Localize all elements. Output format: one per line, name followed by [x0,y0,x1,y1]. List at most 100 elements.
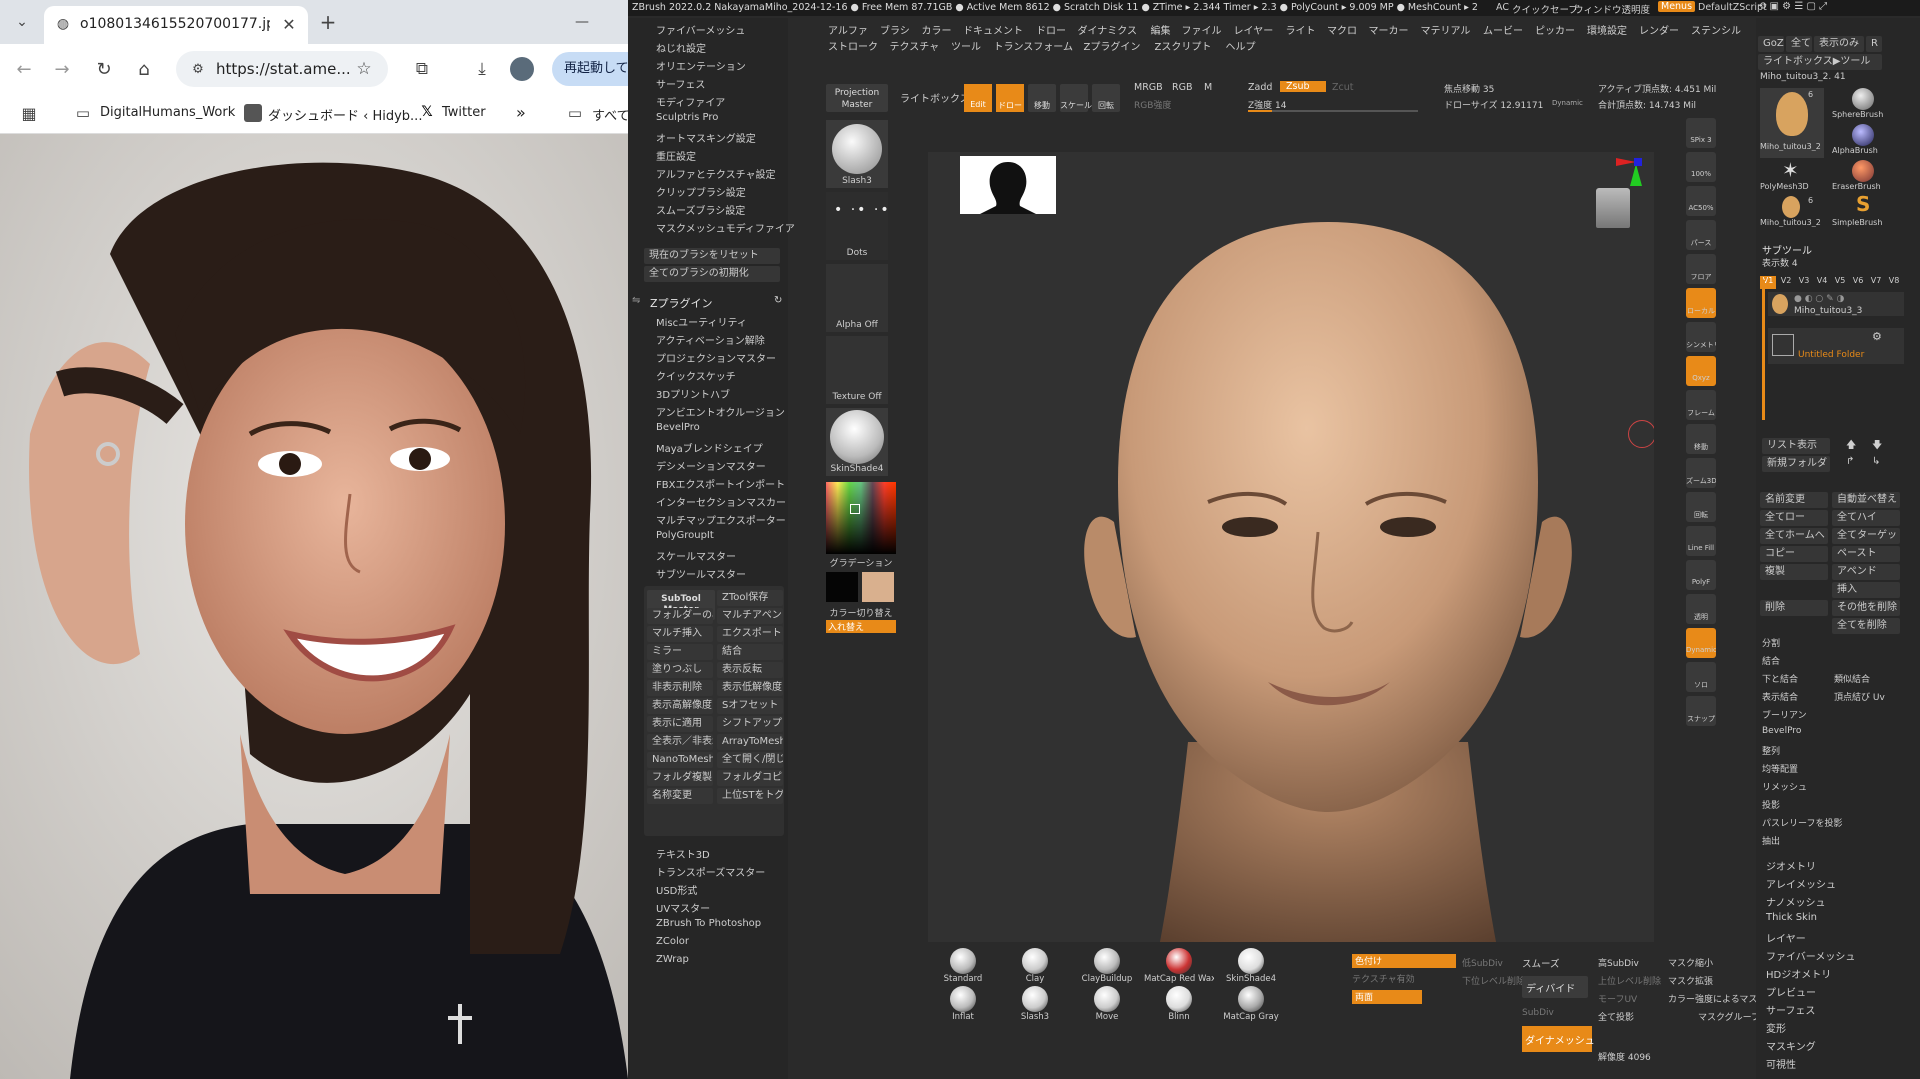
brush-slot[interactable]: Blinn [1144,986,1214,1024]
folder-settings-gear-icon[interactable]: ⚙ [1872,330,1882,343]
reset-all-brushes-button[interactable]: 全てのブラシの初期化 [644,266,780,282]
subtool-master-action-button[interactable]: 表示高解像度 [647,698,713,714]
zplugin-item[interactable]: インターセクションマスカー [656,494,786,509]
subtool-master-action-button[interactable]: 塗りつぶし [647,662,713,678]
draw-size-slider[interactable]: ドローサイズ 12.91171 [1444,98,1543,111]
subdiv-slider[interactable]: SubDiv [1522,1008,1554,1018]
tool-thumb-simplebrush[interactable]: S SimpleBrush [1832,192,1896,230]
tool-thumb-head[interactable]: 6 Miho_tuitou3_2 [1760,88,1824,158]
version-tab[interactable]: V3 [1796,276,1812,289]
subtool-master-action-button[interactable]: ミラー [647,644,713,660]
alpha-thumbnail[interactable]: Alpha Off [826,264,888,332]
subtool-master-action-button[interactable]: マルチアペンド [717,608,783,624]
zbrush-canvas[interactable] [928,152,1654,942]
subtool-menu-item[interactable]: 整列 [1762,744,1780,757]
zadd-button[interactable]: Zadd [1248,82,1272,93]
view-tool-button[interactable]: スナップ [1686,696,1716,726]
new-tab-icon[interactable]: + [316,10,340,34]
bookmark-all[interactable]: すべて [592,105,630,124]
brush-slot[interactable]: Clay [1000,948,1070,986]
menu-item[interactable]: ステンシル [1691,22,1741,37]
subtool-menu-item[interactable]: 結合 [1762,654,1780,667]
view-tool-button[interactable]: ズーム3D [1686,458,1716,488]
zplugin-item[interactable]: プロジェクションマスター [656,350,776,365]
menu-item[interactable]: ツール [951,38,981,53]
brush-slot[interactable]: ClayBuildup [1072,948,1142,986]
subtool-action-button[interactable]: 全てホームへ [1760,528,1828,544]
view-tool-button[interactable]: 透明 [1686,594,1716,624]
subtool-menu-item[interactable]: 表示結合 [1762,690,1798,703]
subtool-master-action-button[interactable]: 非表示削除 [647,680,713,696]
view-tool-button[interactable]: ローカル [1686,288,1716,318]
gradient-label[interactable]: グラデーション [826,556,896,569]
subtool-master-action-button[interactable]: 全て開く/閉じる [717,752,783,768]
current-tool-name[interactable]: Miho_tuitou3_2. 41 [1760,72,1846,82]
primary-color-swatch[interactable] [826,572,858,602]
subtool-master-action-button[interactable]: 表示低解像度 [717,680,783,696]
scale-mode-button[interactable]: スケール [1060,84,1092,112]
back-icon[interactable]: ← [12,57,36,81]
subtool-menu-item[interactable]: 抽出 [1762,834,1780,847]
tool-subpalette-item[interactable]: マスキング [1766,1038,1816,1053]
tool-subpalette-item[interactable]: サーフェス [1766,1002,1815,1017]
reload-icon[interactable]: ↻ [92,57,116,81]
bookmark-twitter[interactable]: Twitter [442,105,486,120]
goz-button[interactable]: GoZ [1758,36,1784,52]
rotate-mode-button[interactable]: 回転 [1092,84,1120,112]
brush-slot[interactable]: SkinShade4 [1216,948,1286,986]
subtool-menu-item[interactable]: ブーリアン [1762,708,1807,721]
tool-subpalette-item[interactable]: Thick Skin [1766,912,1817,923]
minimize-icon[interactable]: — [570,10,594,34]
morph-uv-button[interactable]: モーフUV [1598,992,1637,1005]
subtool-master-action-button[interactable]: ArrayToMesh [717,734,783,750]
brush-setting-item[interactable]: モディファイア [656,94,725,109]
tool-subpalette-item[interactable]: アレイメッシュ [1766,876,1836,891]
lower-res-delete-button[interactable]: 下位レベル削除 [1462,974,1525,987]
mask-grow-button[interactable]: マスク拡張 [1668,974,1713,987]
extensions-icon[interactable]: ⧉ [410,57,434,81]
mask-shrink-button[interactable]: マスク縮小 [1668,956,1713,969]
download-icon[interactable]: ⤓ [470,57,494,81]
brush-slot[interactable]: Slash3 [1000,986,1070,1024]
menu-item[interactable]: トランスフォーム [994,38,1074,53]
zplugin-item[interactable]: デシメーションマスター [656,458,766,473]
subtool-header[interactable]: サブツール [1762,242,1812,257]
zplugin-item[interactable]: アンビエントオクルージョン [656,404,785,419]
m-button[interactable]: M [1204,82,1212,93]
zplugin-item[interactable]: マルチマップエクスポーター [656,512,786,527]
move-mode-button[interactable]: 移動 [1028,84,1056,112]
menu-item[interactable]: ストローク [828,38,878,53]
default-zscript-button[interactable]: DefaultZScript [1698,2,1767,13]
resolution-slider[interactable]: 解像度 4096 [1598,1050,1651,1063]
subtool-menu-item[interactable]: 類似結合 [1834,672,1870,685]
color-picker[interactable] [826,482,896,554]
menu-item[interactable]: Zスクリプト [1155,38,1212,53]
rgb-intensity-slider[interactable]: RGB強度 [1134,98,1171,111]
subtool-action-button[interactable]: 挿入 [1832,582,1900,598]
plugin-item[interactable]: UVマスター [656,900,710,915]
plugin-item[interactable]: テキスト3D [656,846,710,861]
tool-subpalette-item[interactable]: プレビュー [1766,984,1816,999]
brush-setting-item[interactable]: ねじれ設定 [656,40,706,55]
version-tab[interactable]: V2 [1778,276,1794,289]
menu-item[interactable]: テクスチャ [890,38,940,53]
tool-thumb-eraserbrush[interactable]: EraserBrush [1832,160,1896,194]
mask-group-button[interactable]: マスクグループ [1698,1010,1760,1023]
higher-subdiv-button[interactable]: 高SubDiv [1598,956,1639,969]
subtool-master-action-button[interactable]: ZTool保存 [717,590,783,606]
list-view-button[interactable]: リスト表示 [1762,438,1830,454]
apps-grid-icon[interactable]: ▦ [18,102,40,124]
higher-res-delete-button[interactable]: 上位レベル削除 [1598,974,1661,987]
zsub-button[interactable]: Zsub [1280,81,1326,92]
view-tool-button[interactable]: 100% [1686,152,1716,182]
view-tool-button[interactable]: フレーム [1686,390,1716,420]
secondary-color-swatch[interactable] [862,572,894,602]
divide-button[interactable]: ディバイド [1522,976,1588,998]
menu-item[interactable]: ドロー [1036,22,1066,37]
zcut-button[interactable]: Zcut [1332,82,1353,93]
dynamic-toggle[interactable]: Dynamic [1552,99,1583,107]
subtool-action-button[interactable]: 全てハイ [1832,510,1900,526]
version-tab[interactable]: V4 [1814,276,1830,289]
subtool-action-button[interactable]: ペースト [1832,546,1900,562]
view-tool-button[interactable]: 回転 [1686,492,1716,522]
